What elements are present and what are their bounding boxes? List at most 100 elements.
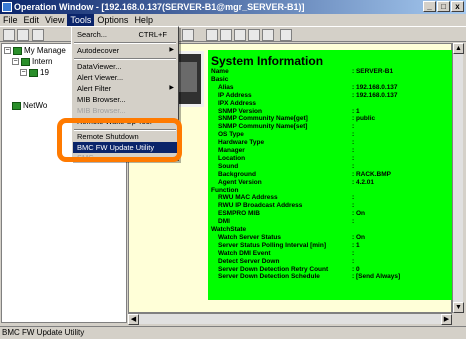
folder-icon[interactable] <box>32 29 44 41</box>
info-key: Alias <box>218 83 234 91</box>
binoculars-icon[interactable] <box>182 29 194 41</box>
menu-item-alert-viewer[interactable]: Alert Viewer... <box>73 72 177 83</box>
info-row: Watch DMI Event: <box>208 250 452 257</box>
status-bar: BMC FW Update Utility <box>0 326 466 339</box>
info-key: SNMP Community Name[set] <box>218 123 308 131</box>
info-row: Manager: <box>208 147 452 154</box>
info-row: SNMP Version: 1 <box>208 108 452 115</box>
info-key: Hardware Type <box>218 139 265 147</box>
menu-item-label: MIB Browser... <box>77 95 126 104</box>
chart-icon[interactable] <box>206 29 218 41</box>
network-icon <box>12 101 21 110</box>
scroll-down-icon[interactable]: ▼ <box>453 302 464 313</box>
menu-item-alert-filter[interactable]: Alert Filter ▶ <box>73 83 177 94</box>
info-value: : <box>352 162 355 170</box>
info-key: Name <box>211 68 229 75</box>
network-icon <box>21 57 30 66</box>
info-value: : <box>352 249 355 257</box>
menu-item-label: DataViewer... <box>77 62 122 71</box>
info-key: Location <box>218 154 246 162</box>
info-row: Name : SERVER-B1 <box>208 68 452 75</box>
menu-view[interactable]: View <box>42 14 67 26</box>
collapse-icon[interactable]: − <box>20 69 27 77</box>
info-row: IPX Address <box>208 100 452 107</box>
close-button[interactable]: x <box>451 1 464 12</box>
list-icon[interactable] <box>248 29 260 41</box>
status-text: BMC FW Update Utility <box>2 328 85 337</box>
info-key: Function <box>211 186 239 194</box>
settings-icon[interactable] <box>234 29 246 41</box>
grid-icon[interactable] <box>262 29 274 41</box>
info-row: RWU MAC Address: <box>208 194 452 201</box>
info-row: Server Down Detection Retry Count: 0 <box>208 266 452 273</box>
info-key: Server Down Detection Schedule <box>218 273 320 281</box>
info-value: : <box>352 257 355 265</box>
info-key: WatchState <box>211 226 247 233</box>
tree-label: NetWo <box>23 101 48 110</box>
info-value: : <box>352 194 355 202</box>
info-title: System Information <box>211 54 324 68</box>
info-key: RWU IP Broadcast Address <box>218 202 303 210</box>
info-value: : <box>352 218 355 226</box>
info-row: Background: RACK.BMP <box>208 171 452 178</box>
tree-item-internet[interactable]: − Intern <box>12 57 52 67</box>
info-key: DMI <box>218 218 230 226</box>
info-row: Alias: 192.168.0.137 <box>208 84 452 91</box>
scroll-left-icon[interactable]: ◀ <box>128 314 139 325</box>
info-row: Basic <box>208 76 452 83</box>
collapse-icon[interactable]: − <box>12 58 19 66</box>
minimize-button[interactable]: _ <box>423 1 436 12</box>
collapse-icon[interactable]: − <box>4 47 11 55</box>
info-key: IPX Address <box>218 99 257 107</box>
operation-window: Operation Window - [192.168.0.137(SERVER… <box>0 0 466 339</box>
info-key: IP Address <box>218 91 252 99</box>
menu-bar: File Edit View Tools Options Help <box>0 14 466 26</box>
info-key: Manager <box>218 147 245 154</box>
info-row: Detect Server Down: <box>208 258 452 265</box>
menu-item-label: Search... <box>77 30 108 39</box>
info-key: OS Type <box>218 131 244 139</box>
tree-item-my-manager[interactable]: − My Manage <box>4 46 66 56</box>
submenu-arrow-icon: ▶ <box>169 85 174 91</box>
maximize-button[interactable]: □ <box>437 1 450 12</box>
back-icon[interactable] <box>3 29 15 41</box>
tree-label: Intern <box>32 57 53 66</box>
info-value: : SERVER-B1 <box>352 68 394 75</box>
tree-item-network[interactable]: NetWo <box>12 101 47 111</box>
menu-item-dataviewer[interactable]: DataViewer... <box>73 61 177 72</box>
info-value: : 192.168.0.137 <box>352 91 398 99</box>
menu-tools[interactable]: Tools <box>67 14 95 26</box>
tools-icon[interactable] <box>220 29 232 41</box>
info-key: RWU MAC Address <box>218 194 278 202</box>
menu-help[interactable]: Help <box>131 14 156 26</box>
info-value: : 0 <box>352 265 360 273</box>
server-group-icon <box>29 68 38 77</box>
info-value: : [Send Always] <box>352 273 401 281</box>
menu-item-mib-browser[interactable]: MIB Browser... <box>73 94 177 105</box>
info-key: Agent Version <box>218 178 262 186</box>
tree-item-subnet[interactable]: − 19 <box>20 68 49 78</box>
menu-edit[interactable]: Edit <box>21 14 43 26</box>
menu-options[interactable]: Options <box>94 14 131 26</box>
vertical-scrollbar[interactable]: ▲ ▼ <box>452 43 464 313</box>
horizontal-scrollbar[interactable]: ◀ ▶ <box>128 313 452 325</box>
info-key: SNMP Community Name[get] <box>218 115 308 123</box>
info-value: : public <box>352 115 376 123</box>
menu-item-autodecover[interactable]: Autodecover ▶ <box>73 45 177 56</box>
info-row: RWU IP Broadcast Address: <box>208 202 452 209</box>
menu-file[interactable]: File <box>0 14 21 26</box>
scroll-up-icon[interactable]: ▲ <box>453 43 464 54</box>
menu-item-label: Alert Viewer... <box>77 73 124 82</box>
menu-item-label: Autodecover <box>77 46 120 55</box>
menu-separator <box>74 58 176 60</box>
menu-item-search[interactable]: Search... CTRL+F <box>73 29 177 40</box>
info-row: SNMP Community Name[get] : public <box>208 115 452 122</box>
info-row: Sound: <box>208 163 452 170</box>
info-row: Hardware Type: <box>208 139 452 146</box>
manager-icon <box>13 46 22 55</box>
info-key: Sound <box>218 162 239 170</box>
scroll-right-icon[interactable]: ▶ <box>441 314 452 325</box>
help-icon[interactable] <box>280 29 292 41</box>
forward-icon[interactable] <box>17 29 29 41</box>
info-key: Watch DMI Event <box>218 249 271 257</box>
